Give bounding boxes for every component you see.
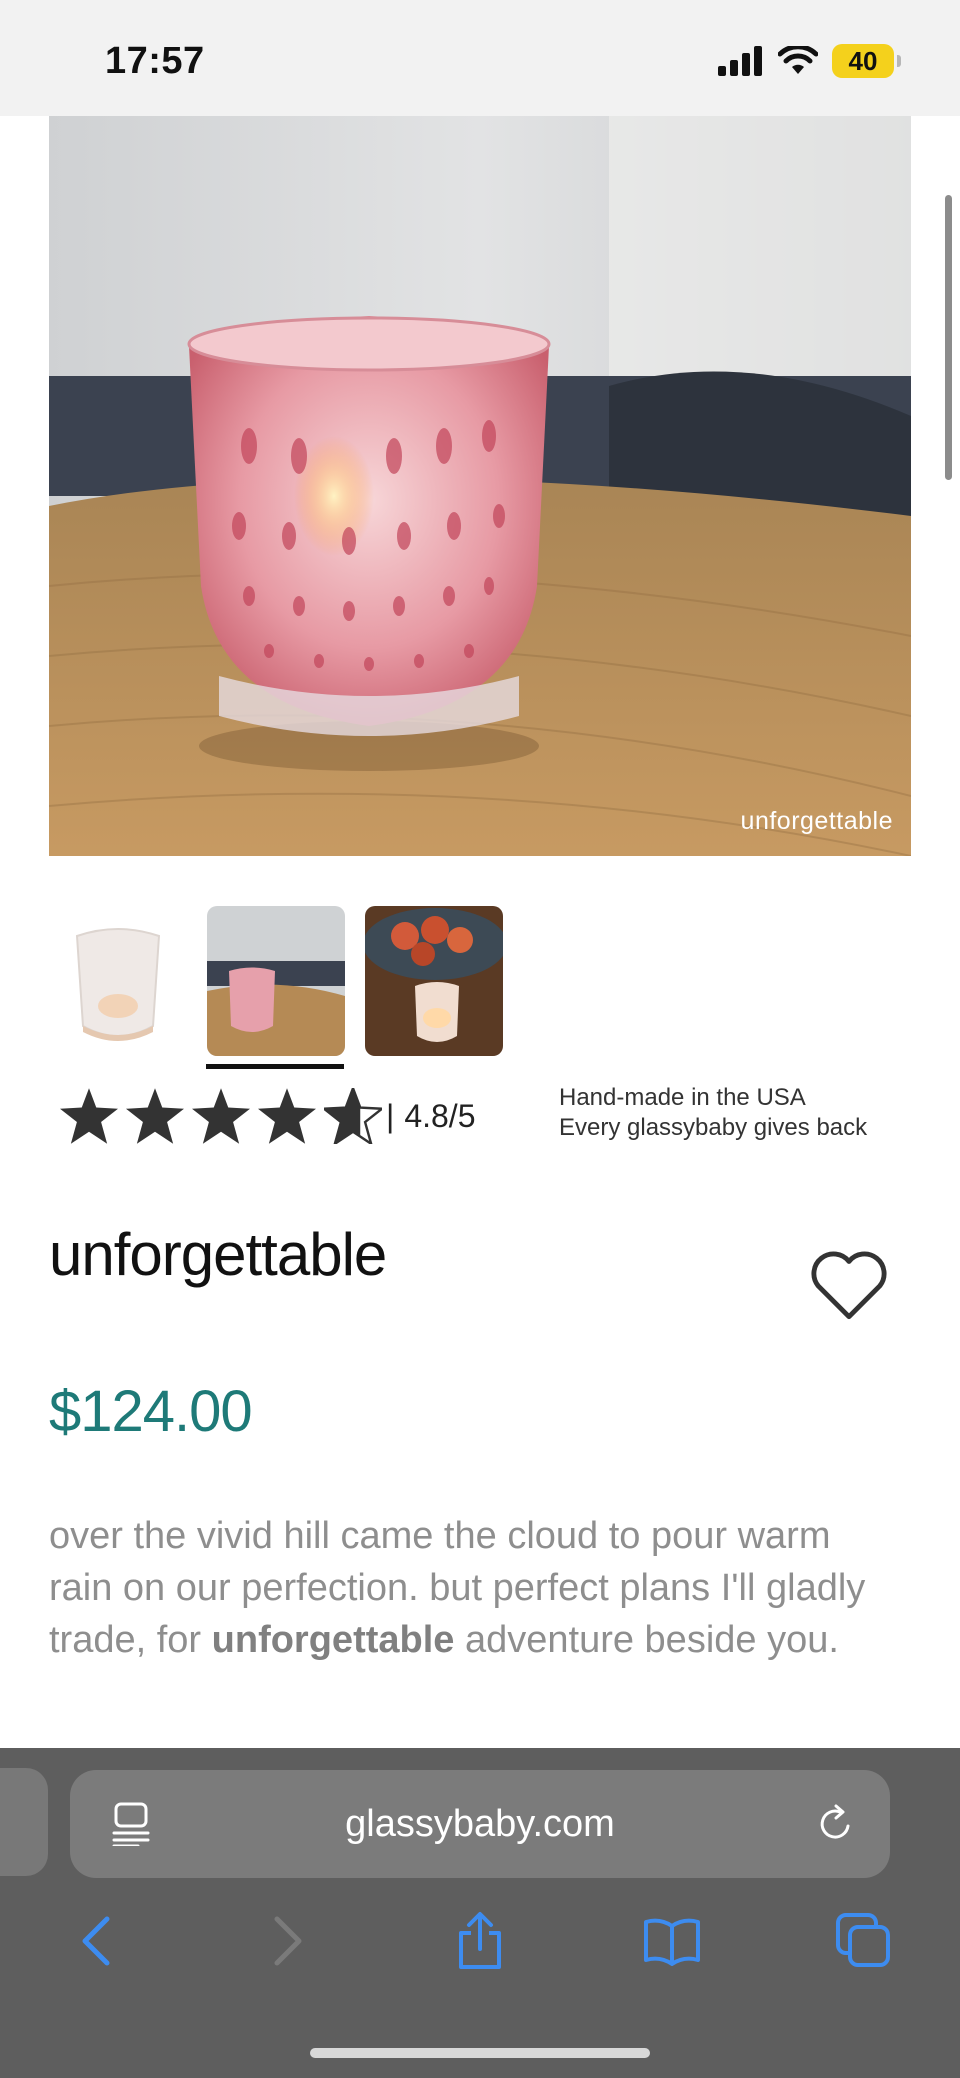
status-time: 17:57: [105, 40, 205, 82]
home-indicator[interactable]: [310, 2048, 650, 2058]
bookmarks-button[interactable]: [632, 1901, 712, 1981]
thumbnail-strip: [49, 906, 503, 1056]
scroll-indicator[interactable]: [945, 195, 952, 480]
star-icon: [60, 1088, 118, 1144]
rating-score: 4.8/5: [404, 1097, 476, 1134]
url-text: glassybaby.com: [345, 1802, 615, 1845]
badge-gives-back: Every glassybaby gives back: [559, 1114, 868, 1141]
description-bold: unforgettable: [211, 1619, 455, 1661]
thumbnail-1[interactable]: [49, 906, 187, 1056]
book-icon: [644, 1918, 700, 1966]
wifi-icon: [778, 46, 818, 74]
address-bar[interactable]: glassybaby.com: [70, 1770, 890, 1878]
heart-icon[interactable]: [810, 1250, 888, 1320]
status-bar: 17:57 40: [0, 0, 960, 116]
rating-separator: |: [386, 1097, 395, 1134]
thumbnail-2[interactable]: [207, 906, 345, 1056]
product-price: $124.00: [49, 1379, 253, 1444]
tabs-button[interactable]: [824, 1901, 904, 1981]
star-icon: [258, 1088, 316, 1144]
hero-photo: [49, 116, 911, 856]
reload-icon[interactable]: [816, 1804, 856, 1844]
thumbnail-3[interactable]: [365, 906, 503, 1056]
badge-handmade: Hand-made in the USA: [559, 1084, 806, 1111]
browser-toolbar: [0, 1896, 960, 1986]
share-icon: [459, 1912, 501, 1969]
back-button[interactable]: [56, 1901, 136, 1981]
tabs-icon: [836, 1913, 890, 1967]
rating[interactable]: | 4.8/5: [60, 1088, 475, 1144]
battery-icon: 40: [832, 44, 901, 78]
share-button[interactable]: [440, 1901, 520, 1981]
star-icon: [192, 1088, 250, 1144]
product-title: unforgettable: [49, 1221, 387, 1288]
status-icons: 40: [718, 44, 901, 78]
description-text-end: adventure beside you.: [454, 1619, 839, 1661]
star-icon: [126, 1088, 184, 1144]
star-rating: [60, 1088, 382, 1144]
hero-product-image[interactable]: unforgettable: [49, 116, 911, 856]
hero-caption: unforgettable: [740, 807, 893, 835]
forward-button[interactable]: [248, 1901, 328, 1981]
product-badges: Hand-made in the USA Every glassybaby gi…: [559, 1083, 867, 1143]
cellular-signal-icon: [718, 46, 762, 76]
star-partial-icon: [324, 1088, 382, 1144]
battery-level: 40: [848, 45, 878, 76]
product-description: over the vivid hill came the cloud to po…: [49, 1510, 879, 1666]
thumbnail-selected-indicator: [206, 1064, 344, 1069]
browser-chrome: glassybaby.com: [0, 1748, 960, 2078]
chevron-left-icon: [82, 1916, 110, 1966]
chevron-right-icon: [274, 1916, 302, 1966]
previous-tab-peek[interactable]: [0, 1768, 48, 1876]
